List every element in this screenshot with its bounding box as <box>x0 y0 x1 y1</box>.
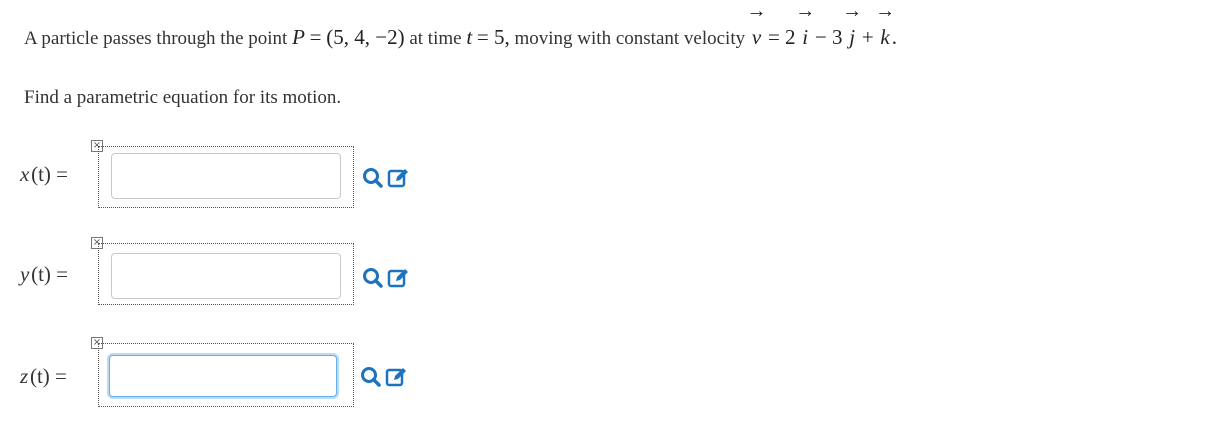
function-label-y: y (t) = <box>20 262 69 286</box>
moving-text: moving with constant velocity <box>514 28 746 49</box>
function-label-z: z (t) = <box>20 364 67 388</box>
x-answer-input[interactable] <box>111 153 341 199</box>
question-intro: A particle passes through the point <box>24 28 288 49</box>
answer-row-y: × y (t) = <box>0 237 1214 327</box>
point-equals: = <box>309 25 322 49</box>
edit-pencil-icon[interactable] <box>387 267 409 289</box>
point-label: P <box>292 25 305 49</box>
point-value: (5, 4, −2) <box>326 25 405 49</box>
vector-arrow-icon: → <box>795 0 816 22</box>
vector-arrow-icon: → <box>746 0 767 22</box>
edit-pencil-icon[interactable] <box>387 167 409 189</box>
y-answer-input[interactable] <box>111 253 341 299</box>
at-time-text: at time <box>409 28 462 49</box>
vector-arrow-icon: → <box>875 0 896 22</box>
answer-row-x: × x (t) = <box>0 140 1214 230</box>
j-vector: → j <box>842 0 863 49</box>
vector-arrow-icon: → <box>842 0 863 22</box>
velocity-vector: → v <box>746 0 767 49</box>
plus-sign: + <box>861 25 874 49</box>
i-vector: → i <box>795 0 816 49</box>
function-label-x: x (t) = <box>20 162 69 186</box>
z-answer-input[interactable] <box>109 355 337 397</box>
answer-row-z: × z (t) = <box>0 337 1214 427</box>
velocity-eq: = 2 <box>767 25 796 49</box>
t-variable: t <box>466 25 473 49</box>
instruction-text: Find a parametric equation for its motio… <box>24 87 342 108</box>
k-vector: → k <box>875 0 896 49</box>
magnifier-icon[interactable] <box>362 167 384 189</box>
magnifier-icon[interactable] <box>360 366 382 388</box>
edit-pencil-icon[interactable] <box>385 366 407 388</box>
question-text: A particle passes through the point P = … <box>24 0 1194 54</box>
t-value: = 5, <box>476 25 510 49</box>
magnifier-icon[interactable] <box>362 267 384 289</box>
period: . <box>891 25 897 49</box>
minus-three: − 3 <box>814 25 843 49</box>
